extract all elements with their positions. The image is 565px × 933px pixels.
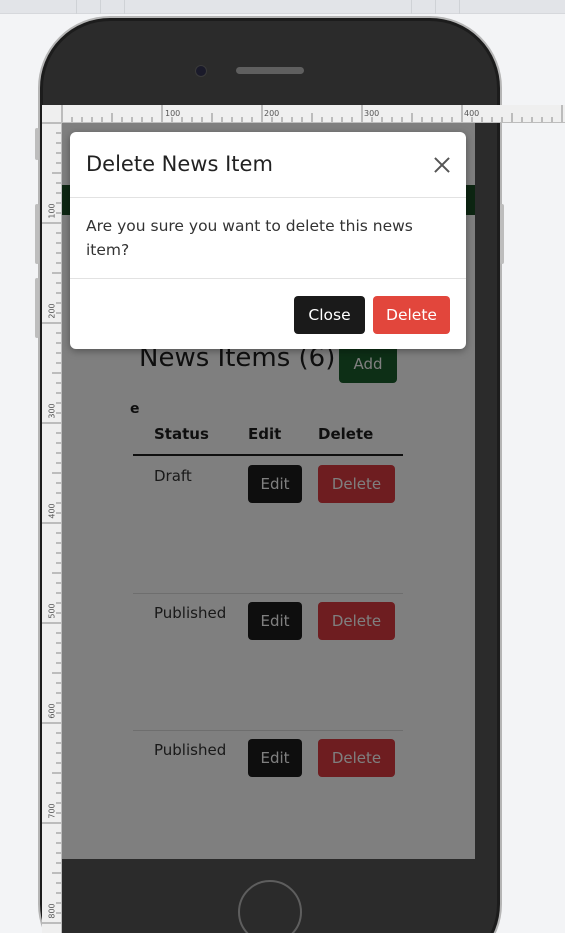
phone-volume-up-button <box>35 204 39 264</box>
ruler-label: 700 <box>47 803 57 819</box>
ruler-label: 300 <box>47 403 57 419</box>
ruler-ticks <box>61 105 563 122</box>
ruler-label: 400 <box>47 503 57 519</box>
browser-toolbar-strip <box>0 0 565 14</box>
modal-header: Delete News Item <box>70 132 466 198</box>
horizontal-ruler: 100 200 300 400 <box>42 105 565 123</box>
modal-footer: Close Delete <box>70 278 466 349</box>
modal-delete-button[interactable]: Delete <box>373 296 450 334</box>
ruler-label: 500 <box>47 603 57 619</box>
ruler-label: 800 <box>47 903 57 919</box>
ruler-label: 300 <box>364 109 380 118</box>
phone-volume-down-button <box>35 278 39 338</box>
modal-message: Are you sure you want to delete this new… <box>86 217 413 259</box>
close-icon[interactable] <box>431 154 453 176</box>
modal-title: Delete News Item <box>86 152 273 176</box>
delete-confirm-modal: Delete News Item Are you sure you want t… <box>70 132 466 349</box>
ruler-label: 100 <box>165 109 181 118</box>
ruler-label: 100 <box>47 203 57 219</box>
ruler-label: 400 <box>464 109 480 118</box>
vertical-ruler: 100 200 300 400 500 600 700 800 <box>42 123 62 933</box>
phone-side-button <box>35 128 39 160</box>
ruler-label: 600 <box>47 703 57 719</box>
phone-power-button <box>500 204 504 264</box>
speaker-grille <box>236 67 304 74</box>
ruler-label: 200 <box>264 109 280 118</box>
modal-close-button[interactable]: Close <box>294 296 365 334</box>
ruler-label: 200 <box>47 303 57 319</box>
camera-icon <box>196 66 206 76</box>
